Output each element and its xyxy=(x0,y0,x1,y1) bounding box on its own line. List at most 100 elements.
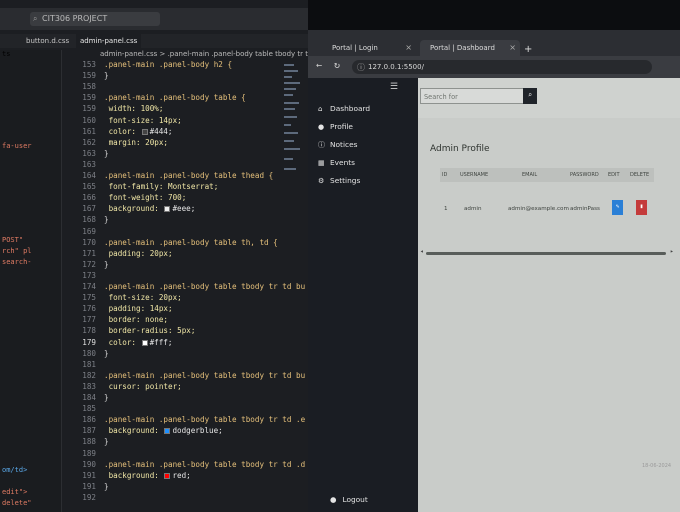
code-line[interactable]: 167 background: #eee; xyxy=(68,204,195,215)
tab-admin-panel-css[interactable]: admin-panel.css xyxy=(76,34,142,48)
code-text: } xyxy=(104,393,109,402)
color-swatch[interactable] xyxy=(141,128,148,135)
code-line[interactable]: 173 xyxy=(68,271,104,282)
sidebar-item-events[interactable]: ▦ Events xyxy=(318,158,355,167)
color-swatch[interactable] xyxy=(164,472,171,479)
line-number: 174 xyxy=(82,282,96,291)
line-number: 181 xyxy=(82,359,96,369)
code-value: #fff; xyxy=(149,337,173,347)
cell-password: adminPass xyxy=(570,206,600,212)
color-swatch[interactable] xyxy=(164,428,171,435)
code-line[interactable]: 174 .panel-main .panel-body table tbody t… xyxy=(68,282,305,293)
code-line[interactable]: 180} xyxy=(68,349,108,360)
line-number: 171 xyxy=(82,248,96,258)
sidebar-item-profile[interactable]: ● Profile xyxy=(318,122,353,131)
code-text: margin: 20px; xyxy=(104,137,169,147)
code-line[interactable]: 172} xyxy=(68,260,108,271)
scroll-right-icon[interactable]: ▸ xyxy=(670,248,674,255)
code-line[interactable]: 188} xyxy=(68,437,109,448)
code-line[interactable]: 185 xyxy=(68,404,104,415)
code-line[interactable]: 164 .panel-main .panel-body table thead { xyxy=(68,171,273,182)
new-tab-button[interactable]: + xyxy=(520,40,536,56)
code-line[interactable]: 165 font-family: Montserrat; xyxy=(68,182,218,193)
close-icon[interactable]: × xyxy=(509,43,516,52)
address-bar[interactable]: ⓘ 127.0.0.1:5500/ xyxy=(352,60,652,74)
code-line[interactable]: 159} xyxy=(68,71,108,82)
code-line[interactable]: 190 .panel-main .panel-body table tbody t… xyxy=(68,460,305,471)
code-line[interactable]: 168} xyxy=(68,215,108,226)
browser-window: Portal | Login × Portal | Dashboard × + ← … xyxy=(308,30,680,512)
edit-button[interactable]: ✎ xyxy=(612,200,623,215)
line-number: 185 xyxy=(82,404,96,414)
code-line[interactable]: 184} xyxy=(68,393,109,404)
color-swatch[interactable] xyxy=(164,206,171,213)
code-line[interactable]: 179 color: #fff; xyxy=(68,338,172,349)
url-text: 127.0.0.1:5500/ xyxy=(368,63,424,71)
tab-portal-dashboard[interactable]: Portal | Dashboard × xyxy=(420,40,520,56)
line-number: 168 xyxy=(82,215,96,225)
code-line[interactable]: 192 xyxy=(68,493,104,504)
code-text: font-family: Montserrat; xyxy=(104,182,219,192)
code-line[interactable]: 177 border: none; xyxy=(68,315,168,326)
back-arrow-icon[interactable]: ← xyxy=(316,60,322,71)
code-line[interactable]: 160 font-size: 14px; xyxy=(68,116,181,127)
tab-portal-login[interactable]: Portal | Login × xyxy=(322,40,416,56)
color-swatch[interactable] xyxy=(141,339,148,346)
menu-icon[interactable]: ☰ xyxy=(390,82,398,92)
browser-toolbar: ← ↻ ⓘ 127.0.0.1:5500/ xyxy=(308,56,680,78)
tab-button-css[interactable]: button.d.css xyxy=(22,34,73,48)
close-icon[interactable]: × xyxy=(405,43,412,52)
code-line[interactable]: 171 padding: 20px; xyxy=(68,248,172,260)
code-line[interactable]: 178 border-radius: 5px; xyxy=(68,326,195,337)
delete-button[interactable]: ▮ xyxy=(636,200,647,215)
code-line[interactable]: 159 width: 100%; xyxy=(68,104,163,115)
code-line[interactable]: 187 background: dodgerblue; xyxy=(68,426,222,437)
code-line[interactable]: 170 .panel-main .panel-body table th, td … xyxy=(68,238,277,249)
code-line[interactable]: 183 cursor: pointer; xyxy=(68,382,181,393)
code-editor: ⌕ CIT306 PROJECT button.d.css admin-pane… xyxy=(0,0,308,512)
code-text: .panel-main .panel-body table { xyxy=(104,93,246,103)
search-button[interactable]: ⌕ xyxy=(523,88,537,104)
browser-tab-bar: Portal | Login × Portal | Dashboard × + xyxy=(308,38,680,56)
line-number: 159 xyxy=(82,93,96,103)
code-line[interactable]: 153 .panel-main .panel-body h2 { xyxy=(68,60,232,71)
code-area[interactable]: 153 .panel-main .panel-body h2 {159} 158 15… xyxy=(68,60,305,512)
sidebar-item-notices[interactable]: ⓘ Notices xyxy=(318,140,357,150)
code-line[interactable]: 163 xyxy=(68,160,104,171)
command-center-search[interactable]: ⌕ CIT306 PROJECT xyxy=(30,12,160,26)
code-line[interactable]: 176 padding: 14px; xyxy=(68,304,172,315)
code-line[interactable]: 191} xyxy=(68,482,108,493)
horizontal-scrollbar[interactable] xyxy=(426,252,666,255)
search-input[interactable]: Search for xyxy=(420,88,524,104)
edit-icon: ✎ xyxy=(615,203,620,210)
sidebar-item-dashboard[interactable]: ⌂ Dashboard xyxy=(318,104,370,113)
explorer-snippet: POST" xyxy=(2,236,24,244)
code-line[interactable]: 162 margin: 20px; xyxy=(68,138,168,149)
code-line[interactable]: 166 font-weight: 700; xyxy=(68,193,186,204)
scroll-left-icon[interactable]: ◂ xyxy=(420,248,424,255)
site-info-icon[interactable]: ⓘ xyxy=(357,62,365,73)
code-text: .panel-main .panel-body table tbody tr t… xyxy=(104,282,306,291)
code-text: font-weight: 700; xyxy=(104,193,187,203)
code-line[interactable]: 181 xyxy=(68,360,104,371)
code-text: } xyxy=(104,437,109,447)
line-number: 192 xyxy=(82,492,96,502)
code-line[interactable]: 175 font-size: 20px; xyxy=(68,293,181,304)
line-number: 161 xyxy=(82,126,96,136)
code-line[interactable]: 159 .panel-main .panel-body table { xyxy=(68,93,246,104)
reload-icon[interactable]: ↻ xyxy=(334,60,340,71)
code-line[interactable]: 169 xyxy=(68,227,104,238)
column-header-password: PASSWORD xyxy=(570,172,599,178)
code-line[interactable]: 182 .panel-main .panel-body table tbody t… xyxy=(68,371,305,382)
code-line[interactable]: 189 xyxy=(68,449,104,460)
code-line[interactable]: 186 .panel-main .panel-body table tbody t… xyxy=(68,415,305,426)
logout-button[interactable]: ● Logout xyxy=(330,495,368,504)
line-number: 162 xyxy=(82,137,96,147)
code-line[interactable]: 191 background: red; xyxy=(68,471,190,482)
code-line[interactable]: 163} xyxy=(68,149,108,160)
sidebar-item-settings[interactable]: ⚙ Settings xyxy=(318,176,360,185)
code-text: .panel-main .panel-body table tbody tr t… xyxy=(104,370,306,380)
minimap[interactable] xyxy=(284,62,302,182)
code-line[interactable]: 161 color: #444; xyxy=(68,127,172,138)
code-line[interactable]: 158 xyxy=(68,82,104,93)
